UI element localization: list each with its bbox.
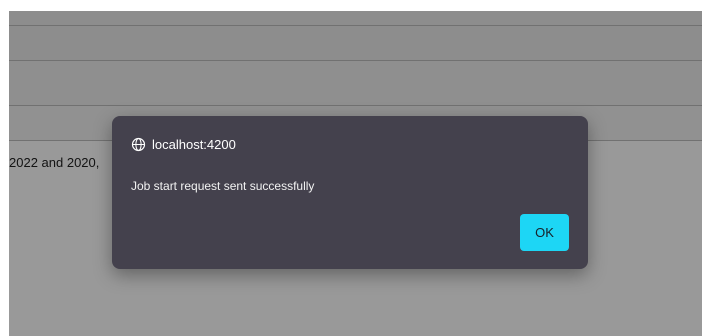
top-strip (0, 0, 702, 11)
globe-icon (131, 137, 146, 152)
dialog-message: Job start request sent successfully (131, 179, 315, 193)
dialog-origin-row: localhost:4200 (131, 136, 236, 153)
alert-dialog: localhost:4200 Job start request sent su… (112, 116, 588, 269)
ok-button[interactable]: OK (520, 214, 569, 251)
left-edge (0, 0, 9, 336)
dialog-origin-text: localhost:4200 (152, 137, 236, 152)
